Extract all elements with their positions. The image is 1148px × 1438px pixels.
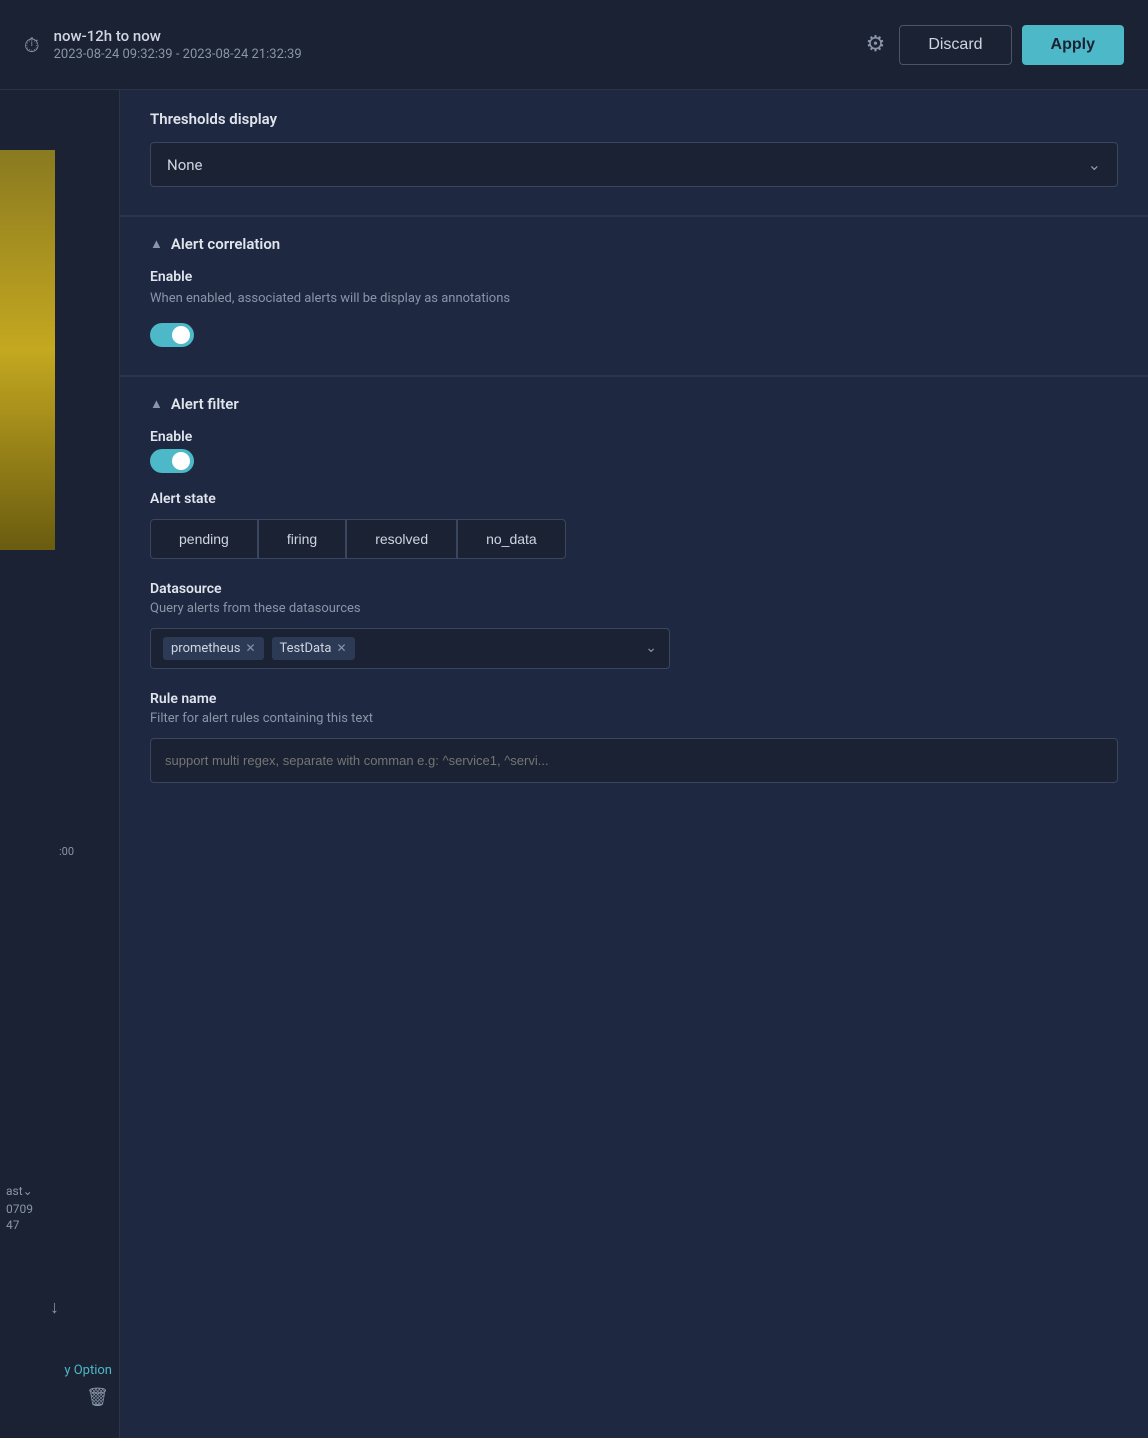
time-range-label: now-12h to now [54, 27, 302, 45]
y-option-text[interactable]: y Option [64, 1363, 112, 1378]
discard-button[interactable]: Discard [899, 25, 1011, 65]
state-btn-pending[interactable]: pending [150, 519, 258, 559]
toggle-thumb-2 [172, 452, 190, 470]
rule-name-description: Filter for alert rules containing this t… [150, 711, 1118, 726]
alert-filter-header[interactable]: ▲ Alert filter [150, 377, 1118, 429]
thresholds-dropdown[interactable]: None ⌄ [150, 142, 1118, 187]
alert-filter-title: Alert filter [171, 395, 239, 413]
chart-color-bar [0, 150, 55, 550]
tag-testdata-close[interactable]: ✕ [336, 641, 346, 655]
rule-name-label: Rule name [150, 691, 1118, 707]
apply-button[interactable]: Apply [1022, 25, 1124, 65]
datasource-label: Datasource [150, 581, 1118, 597]
trash-icon[interactable]: 🗑 [86, 1387, 109, 1408]
main-layout: :00 ast⌄ 0709 47 ↓ y Option 🗑 Thresholds… [0, 90, 1148, 1438]
right-panel: Thresholds display None ⌄ ▲ Alert correl… [120, 90, 1148, 1438]
datasource-input[interactable]: prometheus ✕ TestData ✕ ⌄ [150, 628, 670, 669]
chevron-down-icon: ⌄ [1088, 155, 1101, 174]
alert-filter-section: ▲ Alert filter Enable Alert state pendin… [120, 377, 1148, 811]
rule-name-input[interactable] [150, 738, 1118, 783]
datasource-chevron-icon: ⌄ [645, 640, 657, 656]
chevron-up-icon: ▲ [150, 236, 163, 252]
y-option-label: y Option [0, 1362, 120, 1378]
datasource-description: Query alerts from these datasources [150, 601, 1118, 616]
left-label-00: :00 [55, 845, 74, 858]
left-num1: 0709 [6, 1202, 114, 1216]
state-btn-firing[interactable]: firing [258, 519, 346, 559]
tag-testdata: TestData ✕ [272, 637, 355, 660]
alert-correlation-toggle[interactable] [150, 323, 194, 347]
tag-prometheus-label: prometheus [171, 641, 240, 656]
thresholds-section: Thresholds display None ⌄ [120, 90, 1148, 216]
alert-correlation-enable-description: When enabled, associated alerts will be … [150, 289, 1118, 309]
alert-filter-toggle[interactable] [150, 449, 194, 473]
toggle-thumb [172, 326, 190, 344]
tag-prometheus-close[interactable]: ✕ [245, 641, 255, 655]
alert-correlation-title: Alert correlation [171, 235, 280, 253]
state-btn-resolved[interactable]: resolved [346, 519, 457, 559]
tag-prometheus: prometheus ✕ [163, 637, 264, 660]
tag-testdata-label: TestData [280, 641, 332, 656]
left-side-info: ast⌄ 0709 47 [0, 1178, 120, 1238]
header-right: ⚙ Discard Apply [866, 25, 1124, 65]
alert-correlation-section: ▲ Alert correlation Enable When enabled,… [120, 217, 1148, 376]
clock-icon: ⏱ [24, 33, 40, 57]
alert-filter-enable-label: Enable [150, 429, 1118, 445]
left-ast: ast⌄ [6, 1184, 114, 1198]
alert-correlation-toggle-container [150, 323, 1118, 347]
time-info: now-12h to now 2023-08-24 09:32:39 - 202… [54, 27, 302, 62]
time-range-dates: 2023-08-24 09:32:39 - 2023-08-24 21:32:3… [54, 47, 302, 62]
thresholds-dropdown-value: None [167, 156, 203, 174]
arrow-down-icon: ↓ [50, 1297, 59, 1318]
state-buttons: pending firing resolved no_data [150, 519, 1118, 559]
left-panel: :00 ast⌄ 0709 47 ↓ y Option 🗑 [0, 90, 120, 1438]
gear-icon[interactable]: ⚙ [866, 32, 886, 57]
alert-correlation-enable-label: Enable [150, 269, 1118, 285]
delete-icon-container: 🗑 [86, 1387, 109, 1408]
thresholds-display-label: Thresholds display [150, 110, 1118, 128]
header-left: ⏱ now-12h to now 2023-08-24 09:32:39 - 2… [24, 27, 302, 62]
alert-filter-toggle-container [150, 449, 1118, 473]
alert-state-label: Alert state [150, 491, 1118, 507]
header: ⏱ now-12h to now 2023-08-24 09:32:39 - 2… [0, 0, 1148, 90]
left-num2: 47 [6, 1218, 114, 1232]
alert-correlation-header[interactable]: ▲ Alert correlation [150, 217, 1118, 269]
chevron-up-icon-2: ▲ [150, 396, 163, 412]
state-btn-no-data[interactable]: no_data [457, 519, 566, 559]
